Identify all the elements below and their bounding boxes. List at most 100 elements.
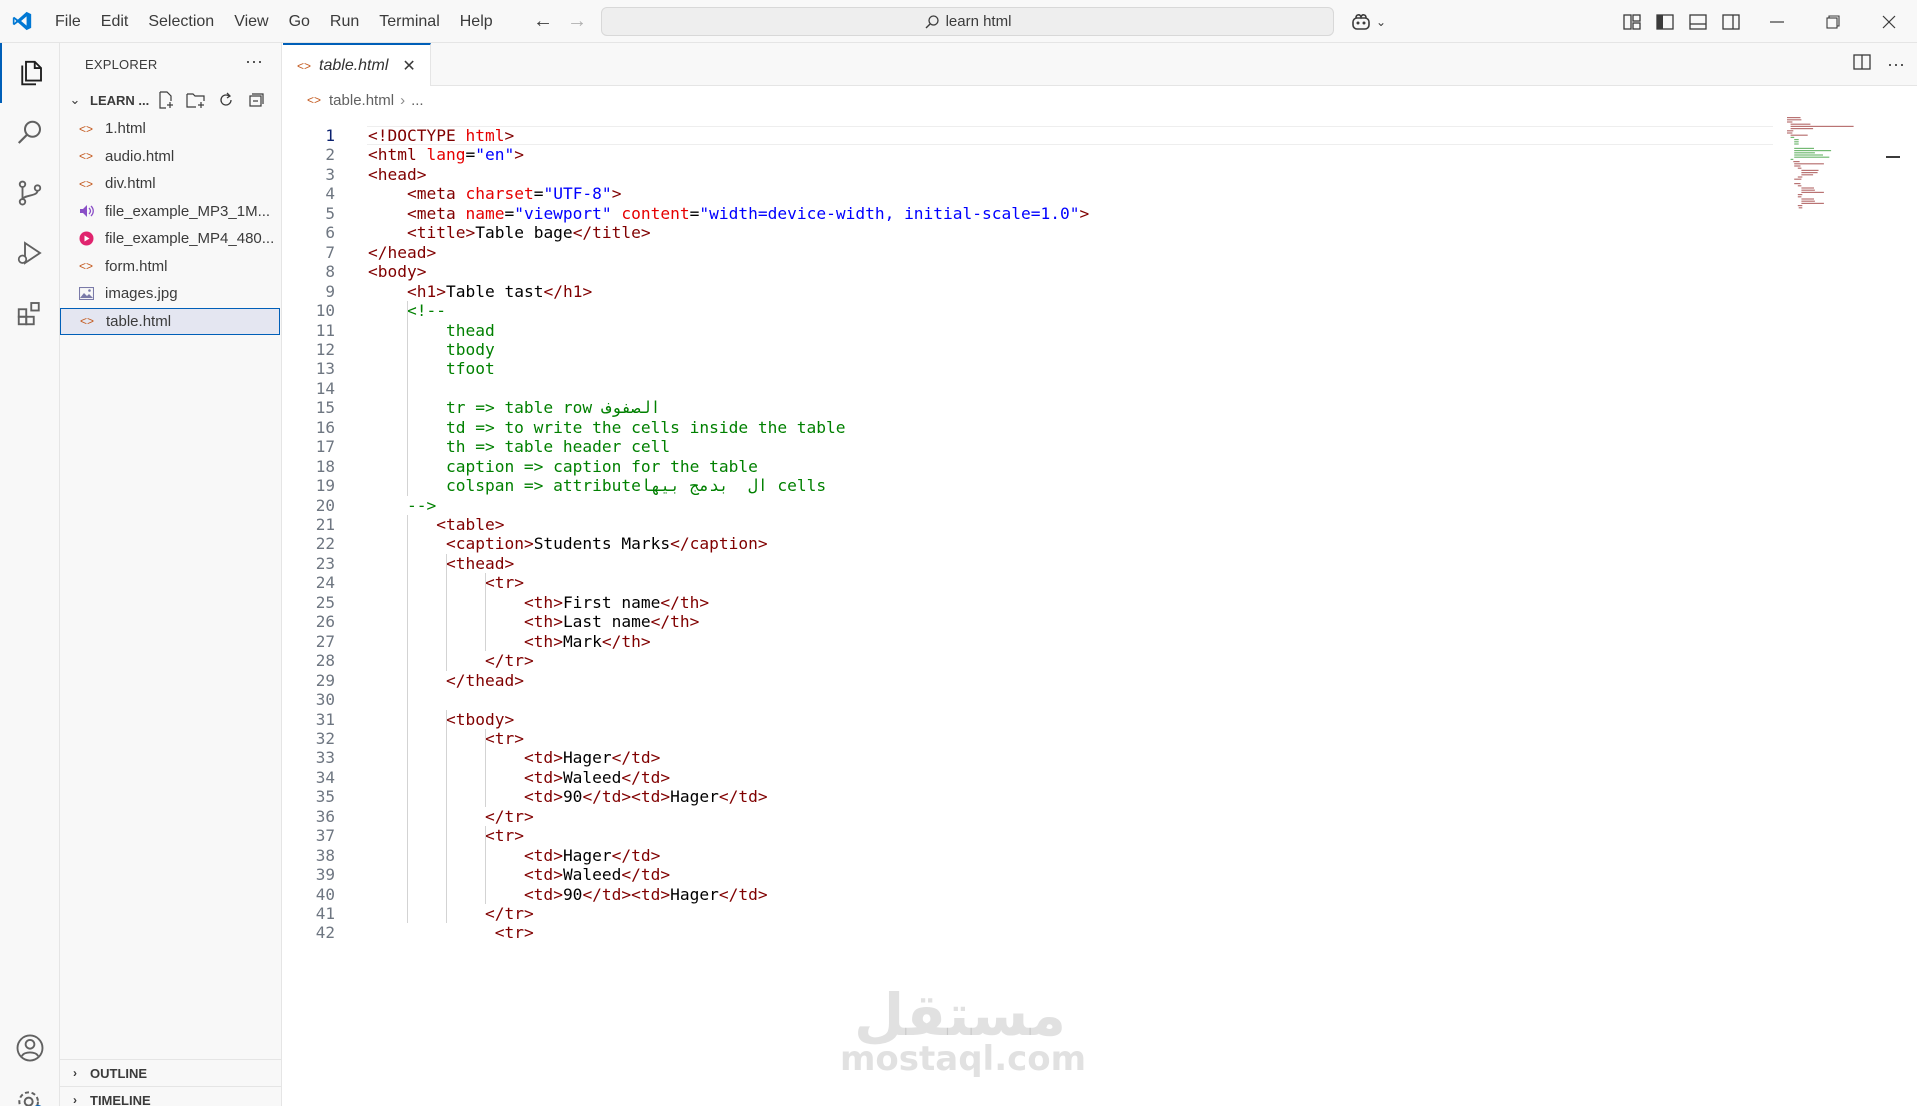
file-item-mp4[interactable]: file_example_MP4_480...: [60, 225, 282, 253]
code-line[interactable]: 25 <th>First name</th>: [283, 593, 1773, 612]
file-item-1-html[interactable]: <> 1.html: [60, 115, 282, 143]
code-line[interactable]: 23 <thead>: [283, 554, 1773, 573]
code-line[interactable]: 42 <tr>: [283, 923, 1773, 942]
code-line[interactable]: 8 <body>: [283, 262, 1773, 281]
more-actions-icon[interactable]: ···: [245, 51, 263, 72]
back-arrow-icon[interactable]: ←: [526, 0, 560, 43]
code-line[interactable]: 21 <table>: [283, 515, 1773, 534]
code-line[interactable]: 34 <td>Waleed</td>: [283, 768, 1773, 787]
html-icon: <>: [79, 149, 94, 164]
menu-view[interactable]: View: [224, 0, 278, 43]
code-line[interactable]: 40 <td>90</td><td>Hager</td>: [283, 885, 1773, 904]
code-line[interactable]: 30: [283, 690, 1773, 709]
restore-icon[interactable]: [1805, 0, 1861, 43]
breadcrumb-file[interactable]: table.html: [329, 92, 394, 109]
outline-section[interactable]: › OUTLINE: [60, 1059, 282, 1086]
code-line[interactable]: 4 <meta charset="UTF-8">: [283, 184, 1773, 203]
run-debug-icon[interactable]: [0, 223, 60, 283]
minimize-icon[interactable]: [1749, 0, 1805, 43]
menu-edit[interactable]: Edit: [91, 0, 139, 43]
code-line[interactable]: 5 <meta name="viewport" content="width=d…: [283, 204, 1773, 223]
code-line[interactable]: 38 <td>Hager</td>: [283, 846, 1773, 865]
command-center-search[interactable]: learn html: [601, 7, 1334, 36]
file-item-div-html[interactable]: <> div.html: [60, 170, 282, 198]
breadcrumb-more[interactable]: ...: [411, 92, 424, 109]
code-line[interactable]: 14: [283, 379, 1773, 398]
code-line[interactable]: 11 thead: [283, 321, 1773, 340]
code-line[interactable]: 41 </tr>: [283, 904, 1773, 923]
code-line[interactable]: 35 <td>90</td><td>Hager</td>: [283, 787, 1773, 806]
timeline-section[interactable]: › TIMELINE: [60, 1086, 282, 1106]
copilot-menu[interactable]: ⌄: [1350, 8, 1386, 36]
code-line[interactable]: 22 <caption>Students Marks</caption>: [283, 534, 1773, 553]
search-icon[interactable]: [0, 103, 60, 163]
file-item-form-html[interactable]: <> form.html: [60, 253, 282, 281]
menu-help[interactable]: Help: [450, 0, 503, 43]
split-editor-icon[interactable]: [1853, 54, 1871, 75]
code-line[interactable]: 26 <th>Last name</th>: [283, 612, 1773, 631]
code-text: </tr>: [484, 904, 534, 923]
code-line[interactable]: 19 colspan => attributeال بدمج بيها cell…: [283, 476, 1773, 495]
toggle-primary-sidebar-icon[interactable]: [1648, 0, 1681, 43]
code-line[interactable]: 28 </tr>: [283, 651, 1773, 670]
code-line[interactable]: 39 <td>Waleed</td>: [283, 865, 1773, 884]
toggle-panel-icon[interactable]: [1681, 0, 1714, 43]
explorer-icon[interactable]: [0, 43, 60, 103]
collapse-all-icon[interactable]: [244, 88, 268, 112]
extensions-icon[interactable]: [0, 283, 60, 343]
code-line[interactable]: 10 <!--: [283, 301, 1773, 320]
forward-arrow-icon[interactable]: →: [560, 0, 594, 43]
menu-selection[interactable]: Selection: [138, 0, 224, 43]
close-icon[interactable]: ✕: [402, 56, 415, 76]
code-text: <meta charset="UTF-8">: [406, 184, 622, 204]
customize-layout-icon[interactable]: [1615, 0, 1648, 43]
workspace-folder-header[interactable]: ⌄ LEARN ...: [60, 86, 282, 114]
code-line[interactable]: 16 td => to write the cells inside the t…: [283, 418, 1773, 437]
code-line[interactable]: 29 </thead>: [283, 671, 1773, 690]
code-line[interactable]: 13 tfoot: [283, 359, 1773, 378]
chevron-down-icon: ⌄: [69, 92, 81, 107]
new-folder-icon[interactable]: [184, 88, 208, 112]
account-icon[interactable]: [0, 1018, 60, 1078]
file-item-mp3[interactable]: file_example_MP3_1M...: [60, 198, 282, 226]
menu-go[interactable]: Go: [279, 0, 320, 43]
code-line[interactable]: 6 <title>Table bage</title>: [283, 223, 1773, 242]
code-line[interactable]: 7 </head>: [283, 243, 1773, 262]
code-line[interactable]: 33 <td>Hager</td>: [283, 748, 1773, 767]
code-text: <td>90</td><td>Hager</td>: [523, 884, 768, 904]
menu-file[interactable]: File: [45, 0, 91, 43]
code-line[interactable]: 18 caption => caption for the table: [283, 457, 1773, 476]
refresh-icon[interactable]: [214, 88, 238, 112]
code-line[interactable]: 12 tbody: [283, 340, 1773, 359]
manage-gear-icon[interactable]: [0, 1073, 60, 1106]
file-item-audio-html[interactable]: <> audio.html: [60, 143, 282, 171]
more-actions-icon[interactable]: ···: [1887, 54, 1905, 75]
file-item-table-html[interactable]: <> table.html: [60, 307, 280, 335]
new-file-icon[interactable]: [154, 88, 178, 112]
code-editor[interactable]: 1 <!DOCTYPE html> 2 <html lang="en"> 3 <head>…: [283, 113, 1773, 1106]
code-line[interactable]: 36 </tr>: [283, 807, 1773, 826]
code-text: tfoot: [368, 359, 495, 379]
close-window-icon[interactable]: [1861, 0, 1917, 43]
code-line[interactable]: 32 <tr>: [283, 729, 1773, 748]
scrollbar-indicator[interactable]: [1886, 156, 1900, 158]
menu-terminal[interactable]: Terminal: [369, 0, 449, 43]
code-line[interactable]: 37 <tr>: [283, 826, 1773, 845]
code-line[interactable]: 17 th => table header cell: [283, 437, 1773, 456]
code-line[interactable]: 27 <th>Mark</th>: [283, 632, 1773, 651]
toggle-secondary-sidebar-icon[interactable]: [1714, 0, 1747, 43]
code-line[interactable]: 2 <html lang="en">: [283, 145, 1773, 164]
code-line[interactable]: 1 <!DOCTYPE html>: [283, 126, 1773, 145]
file-item-images-jpg[interactable]: images.jpg: [60, 280, 282, 308]
tab-table-html[interactable]: <> table.html ✕: [283, 43, 431, 86]
code-line[interactable]: 31 <tbody>: [283, 710, 1773, 729]
menu-run[interactable]: Run: [320, 0, 369, 43]
code-line[interactable]: 15 tr => table row الصفوف: [283, 398, 1773, 417]
code-line[interactable]: 24 <tr>: [283, 573, 1773, 592]
code-line[interactable]: 3 <head>: [283, 165, 1773, 184]
minimap[interactable]: [1773, 113, 1883, 1106]
code-line[interactable]: 9 <h1>Table tast</h1>: [283, 282, 1773, 301]
source-control-icon[interactable]: [0, 163, 60, 223]
code-line[interactable]: 20 -->: [283, 496, 1773, 515]
minimap-line: [1794, 163, 1824, 165]
